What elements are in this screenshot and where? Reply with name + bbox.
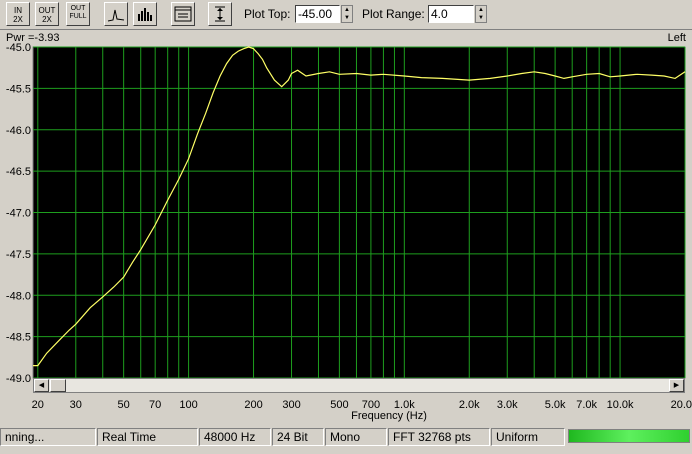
x-tick-label: 20 — [32, 399, 44, 411]
y-tick-label: -46.0 — [6, 125, 31, 137]
y-tick-label: -47.5 — [6, 249, 31, 261]
scroll-thumb[interactable] — [50, 379, 66, 392]
y-tick-label: -47.0 — [6, 208, 31, 220]
x-tick-label: 30 — [70, 399, 82, 411]
x-tick-label: 7.0k — [576, 399, 597, 411]
x-tick-label: 5.0k — [545, 399, 566, 411]
x-tick-label: 70 — [149, 399, 161, 411]
scroll-right-icon[interactable]: ▶ — [669, 379, 684, 392]
x-tick-label: 2.0k — [459, 399, 480, 411]
y-tick-label: -48.0 — [6, 290, 31, 302]
x-axis-label: Frequency (Hz) — [351, 410, 427, 422]
x-tick-label: 100 — [179, 399, 197, 411]
status-view: Real Time — [97, 428, 198, 446]
x-tick-label: 500 — [330, 399, 348, 411]
y-tick-label: -48.5 — [6, 332, 31, 344]
x-tick-label: 50 — [118, 399, 130, 411]
status-sample-rate: 48000 Hz — [199, 428, 271, 446]
y-tick-label: -45.5 — [6, 83, 31, 95]
spectrum-chart[interactable]: -45.0 -45.5 -46.0 -46.5 -47.0 -47.5 -48.0 -48.5… — [0, 0, 692, 426]
x-tick-label: 300 — [282, 399, 300, 411]
status-bar: nning... Real Time 48000 Hz 24 Bit Mono … — [0, 426, 692, 446]
x-tick-label: 20.0 — [671, 399, 692, 411]
x-tick-label: 10.0k — [607, 399, 634, 411]
status-channels: Mono — [325, 428, 387, 446]
y-tick-label: -46.5 — [6, 166, 31, 178]
horizontal-scrollbar[interactable]: ◀ ▶ — [33, 378, 685, 393]
status-mode: nning... — [0, 428, 96, 446]
x-tick-label: 3.0k — [497, 399, 518, 411]
status-fft: FFT 32768 pts — [388, 428, 490, 446]
status-bit-depth: 24 Bit — [272, 428, 324, 446]
level-meter — [568, 429, 690, 443]
y-tick-label: -45.0 — [6, 42, 31, 54]
status-window: Uniform — [491, 428, 565, 446]
x-tick-label: 200 — [244, 399, 262, 411]
scroll-left-icon[interactable]: ◀ — [34, 379, 49, 392]
y-tick-label: -49.0 — [6, 373, 31, 385]
